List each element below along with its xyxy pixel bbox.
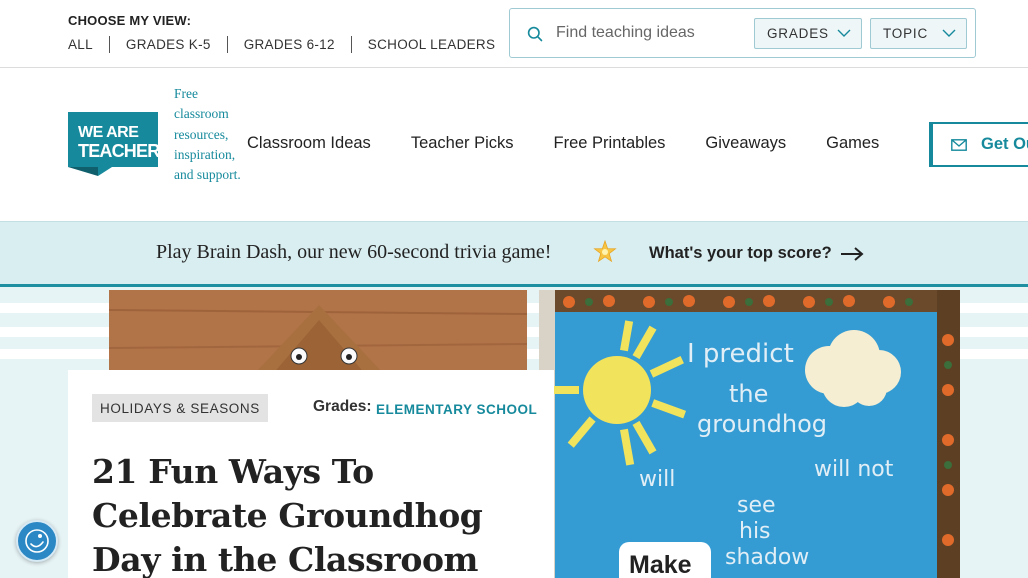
promo-banner: Play Brain Dash, our new 60-second trivi… (0, 221, 1028, 287)
grades-label: Grades: (313, 398, 372, 415)
accessibility-icon (25, 529, 49, 553)
divider (226, 36, 228, 53)
mail-icon (951, 138, 967, 151)
grades-filter-dropdown[interactable]: GRADES (754, 18, 862, 49)
star-icon (593, 240, 617, 263)
search-icon[interactable] (527, 26, 543, 42)
article-card: HOLIDAYS & SEASONS Grades: ELEMENTARY SC… (68, 370, 554, 578)
search-input[interactable] (556, 18, 752, 48)
grades-filter-label: GRADES (767, 26, 829, 41)
view-links: ALL GRADES K-5 GRADES 6-12 SCHOOL LEADER… (68, 36, 495, 53)
hero-section: I predict the groundhog will will not se… (0, 287, 1028, 578)
nav-games[interactable]: Games (826, 134, 879, 153)
view-link-grades-k5[interactable]: GRADES K-5 (126, 37, 211, 52)
board-text-shadow: shadow (725, 545, 809, 570)
grades-value-link[interactable]: ELEMENTARY SCHOOL (376, 402, 537, 417)
we-are-teachers-logo[interactable]: WE ARE TEACHERS (68, 112, 158, 176)
board-text-will: will (639, 467, 675, 492)
top-utility-bar: CHOOSE MY VIEW: ALL GRADES K-5 GRADES 6-… (0, 0, 1028, 68)
chevron-down-icon (942, 29, 956, 37)
promo-link[interactable]: What's your top score? (649, 244, 864, 263)
logo-text-line1: WE ARE (78, 124, 139, 141)
logo-text-line2: TEACHERS (78, 141, 158, 161)
topic-filter-dropdown[interactable]: TOPIC (870, 18, 967, 49)
nav-teacher-picks[interactable]: Teacher Picks (411, 134, 514, 153)
view-link-all[interactable]: ALL (68, 37, 93, 52)
newsletter-label: Get Ou (981, 135, 1028, 153)
view-link-grades-6-12[interactable]: GRADES 6-12 (244, 37, 335, 52)
board-text-make: Make (629, 551, 692, 578)
view-link-school-leaders[interactable]: SCHOOL LEADERS (368, 37, 496, 52)
board-text-i-predict: I predict (687, 339, 794, 369)
site-tagline: Free classroom resources, inspiration, a… (174, 86, 241, 183)
nav-giveaways[interactable]: Giveaways (705, 134, 786, 153)
topic-filter-label: TOPIC (883, 26, 929, 41)
nav-classroom-ideas[interactable]: Classroom Ideas (247, 134, 371, 153)
board-text-will-not: will not (814, 457, 894, 482)
board-text-his: his (739, 519, 771, 544)
board-text-see: see (737, 493, 776, 518)
article-title: 21 Fun Ways To Celebrate Groundhog Day i… (92, 452, 483, 578)
nav-free-printables[interactable]: Free Printables (554, 134, 666, 153)
board-text-groundhog: groundhog (697, 410, 827, 438)
newsletter-button[interactable]: Get Ou (929, 122, 1028, 167)
category-tag[interactable]: HOLIDAYS & SEASONS (92, 394, 268, 422)
main-nav: Classroom Ideas Teacher Picks Free Print… (247, 134, 919, 153)
promo-text: Play Brain Dash, our new 60-second trivi… (156, 241, 552, 263)
bulletin-board-photo: I predict the groundhog will will not se… (539, 290, 960, 578)
accessibility-button[interactable] (16, 520, 58, 562)
board-text-the: the (729, 380, 768, 408)
arrow-right-icon (840, 246, 864, 261)
search-box: GRADES TOPIC (509, 8, 976, 58)
main-header: WE ARE TEACHERS Free classroom resources… (0, 68, 1028, 221)
choose-view-label: CHOOSE MY VIEW: (68, 13, 192, 28)
promo-link-label: What's your top score? (649, 244, 832, 262)
divider (108, 36, 110, 53)
divider (350, 36, 352, 53)
chevron-down-icon (837, 29, 851, 37)
